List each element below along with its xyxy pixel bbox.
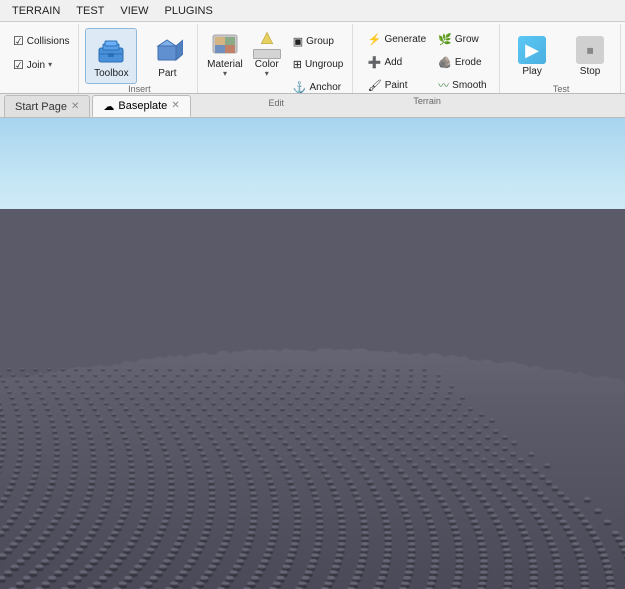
erode-button[interactable]: 🪨 Erode bbox=[433, 51, 491, 73]
material-dropdown-icon: ▾ bbox=[223, 70, 227, 78]
tab-baseplate-label: Baseplate bbox=[118, 100, 167, 112]
paint-label: Paint bbox=[385, 80, 408, 91]
grow-icon: 🌿 bbox=[438, 33, 452, 46]
grow-label: Grow bbox=[455, 34, 479, 45]
generate-label: Generate bbox=[384, 34, 426, 45]
paint-button[interactable]: 🖌 Paint bbox=[363, 74, 431, 96]
play-label: Play bbox=[522, 66, 541, 77]
add-label: Add bbox=[384, 57, 402, 68]
test-group: ▶ Play ⏹ Stop Test bbox=[502, 24, 621, 93]
join-label: Join bbox=[27, 60, 45, 71]
color-icon bbox=[251, 31, 283, 59]
menu-plugins[interactable]: PLUGINS bbox=[157, 3, 221, 19]
stop-button[interactable]: ⏹ Stop bbox=[564, 28, 616, 84]
collisions-checkbox-icon: ☑ bbox=[13, 34, 24, 48]
menu-test[interactable]: TEST bbox=[68, 3, 112, 19]
toolbox-icon bbox=[95, 34, 127, 66]
ungroup-icon: ⊞ bbox=[293, 58, 302, 71]
edit-group: Material ▾ Color ▾ ▣ Group bbox=[200, 24, 353, 93]
insert-group: Toolbox Part Insert bbox=[81, 24, 198, 93]
play-button[interactable]: ▶ Play bbox=[506, 28, 558, 84]
viewport bbox=[0, 118, 625, 589]
part-label: Part bbox=[158, 68, 176, 79]
menu-bar: TERRAIN TEST VIEW PLUGINS bbox=[0, 0, 625, 22]
tab-start-page-label: Start Page bbox=[15, 101, 67, 113]
terrain-group-label: Terrain bbox=[413, 96, 441, 108]
tab-start-page-close[interactable]: ✕ bbox=[71, 102, 79, 112]
tab-baseplate[interactable]: ☁ Baseplate ✕ bbox=[92, 95, 190, 117]
part-button[interactable]: Part bbox=[141, 28, 193, 84]
add-button[interactable]: ➕ Add bbox=[363, 51, 431, 73]
group-label: Group bbox=[306, 36, 334, 47]
toolbox-label: Toolbox bbox=[94, 68, 128, 79]
edit-group-label: Edit bbox=[268, 98, 284, 110]
toolbox-button[interactable]: Toolbox bbox=[85, 28, 137, 84]
add-icon: ➕ bbox=[368, 56, 382, 69]
erode-label: Erode bbox=[455, 57, 482, 68]
color-dropdown-icon: ▾ bbox=[265, 70, 269, 78]
anchor-icon: ⚓ bbox=[293, 81, 307, 94]
menu-terrain[interactable]: TERRAIN bbox=[4, 3, 68, 19]
ungroup-label: Ungroup bbox=[305, 59, 343, 70]
color-button[interactable]: Color ▾ bbox=[248, 28, 286, 81]
generate-button[interactable]: ⚡ Generate bbox=[363, 28, 431, 50]
play-icon: ▶ bbox=[518, 36, 546, 64]
generate-icon: ⚡ bbox=[368, 33, 382, 46]
ribbon: ☑ Collisions ☑ Join ▾ bbox=[0, 22, 625, 94]
test-group-label: Test bbox=[553, 84, 570, 96]
color-swatch bbox=[253, 49, 281, 59]
stop-label: Stop bbox=[580, 66, 601, 77]
grow-button[interactable]: 🌿 Grow bbox=[433, 28, 491, 50]
smooth-button[interactable]: 〰 Smooth bbox=[433, 74, 491, 96]
cloud-icon: ☁ bbox=[103, 100, 114, 113]
tab-baseplate-close[interactable]: ✕ bbox=[171, 101, 179, 111]
collisions-button[interactable]: ☑ Collisions bbox=[8, 30, 75, 52]
terrain-canvas bbox=[0, 209, 625, 589]
group-button[interactable]: ▣ Group bbox=[288, 30, 349, 52]
tab-start-page[interactable]: Start Page ✕ bbox=[4, 95, 90, 117]
collisions-label: Collisions bbox=[27, 36, 70, 47]
join-checkbox-icon: ☑ bbox=[13, 58, 24, 72]
paint-icon: 🖌 bbox=[368, 79, 382, 92]
terrain-group: ⚡ Generate ➕ Add 🖌 Paint 🌿 Grow bbox=[355, 24, 500, 93]
ungroup-button[interactable]: ⊞ Ungroup bbox=[288, 53, 349, 75]
join-dropdown-icon: ▾ bbox=[48, 61, 52, 69]
home-group: ☑ Collisions ☑ Join ▾ bbox=[4, 24, 79, 93]
anchor-button[interactable]: ⚓ Anchor bbox=[288, 76, 349, 98]
material-icon bbox=[209, 31, 241, 59]
group-icon: ▣ bbox=[293, 35, 303, 48]
anchor-label: Anchor bbox=[309, 82, 341, 93]
join-button[interactable]: ☑ Join ▾ bbox=[8, 54, 57, 76]
smooth-icon: 〰 bbox=[438, 77, 449, 93]
menu-view[interactable]: VIEW bbox=[112, 3, 156, 19]
material-button[interactable]: Material ▾ bbox=[204, 28, 246, 81]
part-icon bbox=[151, 34, 183, 66]
stop-icon: ⏹ bbox=[576, 36, 604, 64]
erode-icon: 🪨 bbox=[438, 56, 452, 69]
smooth-label: Smooth bbox=[452, 80, 486, 91]
